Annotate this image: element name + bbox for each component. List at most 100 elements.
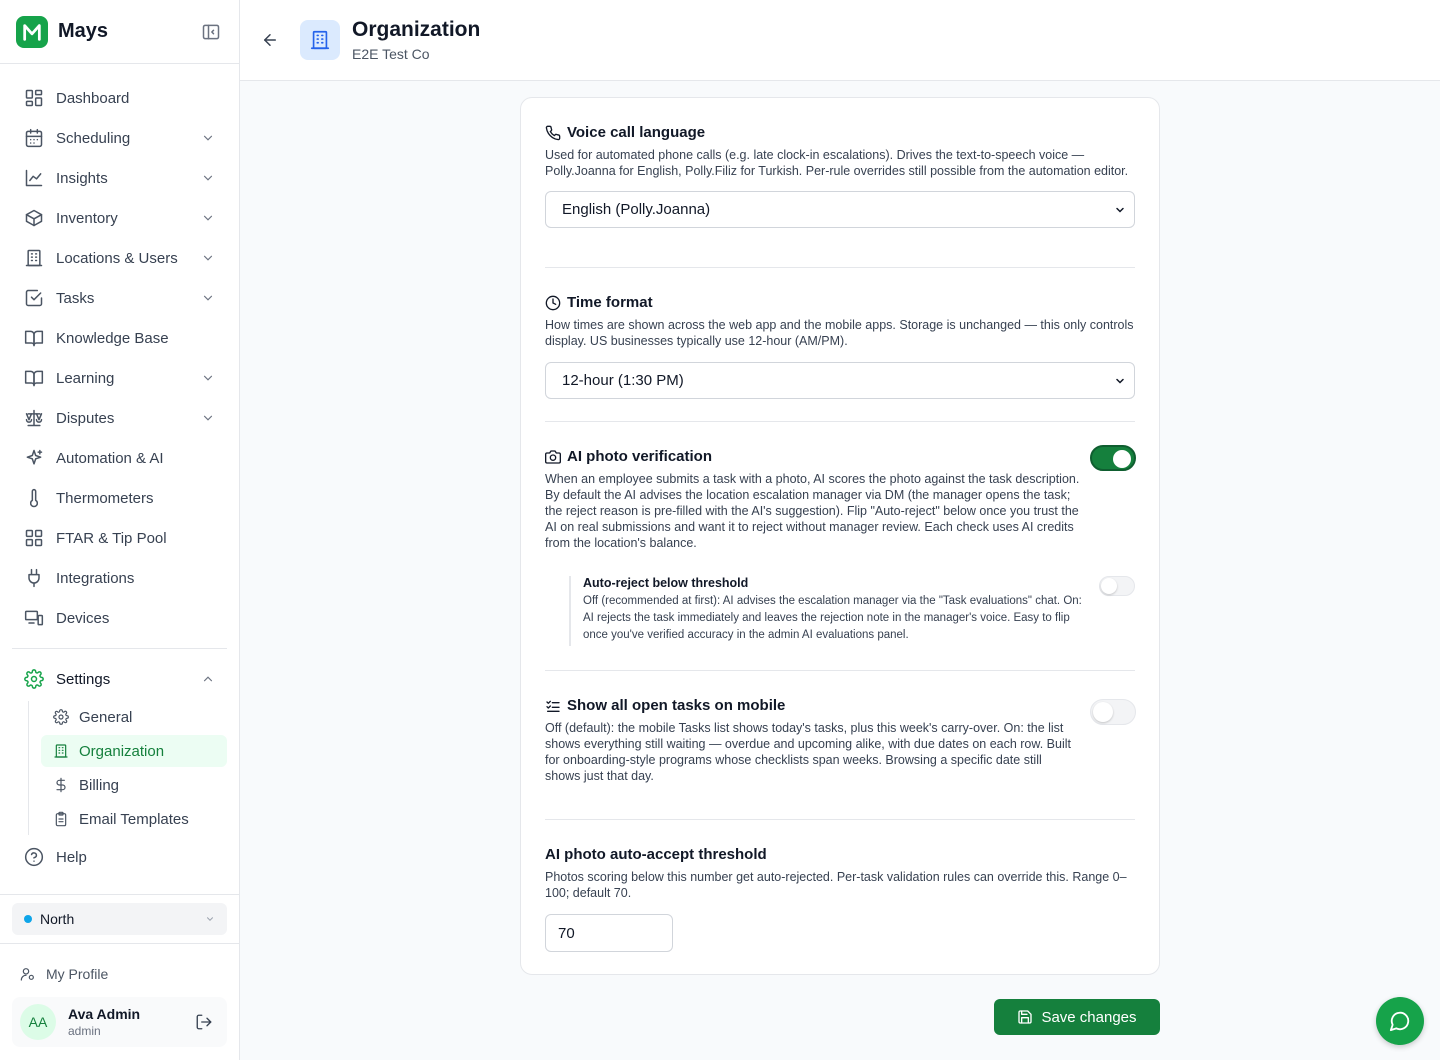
back-arrow-icon[interactable] [256,26,284,54]
chevron-up-icon [201,672,215,686]
location-name: North [40,911,75,927]
subnav-item-label: Organization [79,742,165,760]
list-checks-icon [545,698,561,714]
nav-item-label: Settings [56,670,111,688]
location-status-dot [24,915,32,923]
subnav-item-organization[interactable]: Organization [41,735,227,767]
phone-icon [545,125,561,141]
toggle-knob [1113,450,1131,468]
nav-item-label: Insights [56,169,108,187]
nav-item-label: Integrations [56,569,135,587]
subnav-item-general[interactable]: General [41,701,227,733]
nav-item-inventory[interactable]: Inventory [12,198,227,238]
dollar-icon [53,777,69,793]
avatar[interactable]: AA [20,1004,56,1040]
settings-subnav: General Organization Billing Email Templ… [28,701,227,835]
nav-item-dashboard[interactable]: Dashboard [12,78,227,118]
help-icon [24,847,44,867]
nav-item-ftar-tip-pool[interactable]: FTAR & Tip Pool [12,518,227,558]
page-header: Organization E2E Test Co [240,0,1440,81]
gear-icon [24,669,44,689]
ai-photo-verification-section: AI photo verification When an employee s… [545,422,1136,671]
nav-item-label: Scheduling [56,129,131,147]
nav-item-knowledge-base[interactable]: Knowledge Base [12,318,227,358]
camera-icon [545,449,561,465]
checkbox-icon [24,288,44,308]
sparkles-icon [24,448,44,468]
nav-item-disputes[interactable]: Disputes [12,398,227,438]
voice-language-value: English (Polly.Joanna) [562,201,711,218]
sidebar-collapse-icon[interactable] [199,20,223,44]
subnav-item-label: General [79,708,133,726]
chevron-down-icon [201,131,215,145]
auto-reject-title: Auto-reject below threshold [583,576,749,590]
nav-item-label: Thermometers [56,489,154,507]
nav-item-thermometers[interactable]: Thermometers [12,478,227,518]
chevron-down-icon [201,251,215,265]
show-open-tasks-toggle[interactable] [1090,699,1136,725]
subnav-item-label: Email Templates [79,810,189,828]
chevron-down-icon [205,914,215,924]
gear-icon [53,709,69,725]
page-subtitle: E2E Test Co [352,46,430,62]
nav-item-devices[interactable]: Devices [12,598,227,638]
nav-item-scheduling[interactable]: Scheduling [12,118,227,158]
nav-item-label: Dashboard [56,89,130,107]
nav-item-label: FTAR & Tip Pool [56,529,167,547]
toggle-knob [1093,702,1113,722]
subnav-item-label: Billing [79,776,120,794]
auto-accept-threshold-description: Photos scoring below this number get aut… [545,870,1127,900]
time-format-value: 12-hour (1:30 PM) [562,372,684,389]
time-format-title: Time format [567,294,653,311]
nav-item-label: Learning [56,369,115,387]
nav-item-label: Inventory [56,209,118,227]
user-card: AA Ava Admin admin [12,997,227,1047]
nav-item-label: Disputes [56,409,115,427]
subnav-item-billing[interactable]: Billing [41,769,227,801]
calendar-icon [24,128,44,148]
nav-item-settings[interactable]: Settings [12,659,227,699]
box-icon [24,208,44,228]
voice-language-section: Voice call language Used for automated p… [545,98,1135,268]
ai-photo-verification-description: When an employee submits a task with a p… [545,472,1080,550]
my-profile-link[interactable]: My Profile [12,958,116,990]
grid-icon [24,528,44,548]
user-name: Ava Admin [68,1006,141,1022]
auto-accept-threshold-input[interactable]: 70 [545,914,673,952]
nav-item-automation-ai[interactable]: Automation & AI [12,438,227,478]
save-changes-label: Save changes [1041,1008,1137,1026]
time-format-select[interactable]: 12-hour (1:30 PM) [545,362,1135,399]
logout-icon[interactable] [195,1013,213,1031]
nav-item-learning[interactable]: Learning [12,358,227,398]
subnav-item-email-templates[interactable]: Email Templates [41,803,227,835]
ai-photo-verification-title: AI photo verification [567,448,713,465]
mays-logo-icon[interactable] [16,15,48,48]
nav-item-locations-users[interactable]: Locations & Users [12,238,227,278]
clipboard-icon [53,811,69,827]
location-select[interactable]: North [12,903,227,935]
my-profile-label: My Profile [46,966,109,982]
show-open-tasks-section: Show all open tasks on mobile Off (defau… [545,671,1136,820]
save-changes-button[interactable]: Save changes [994,999,1160,1035]
voice-language-select[interactable]: English (Polly.Joanna) [545,191,1135,228]
nav-item-insights[interactable]: Insights [12,158,227,198]
chevron-down-icon [201,411,215,425]
nav-item-label: Tasks [56,289,95,307]
page-title: Organization [352,18,481,41]
building-icon [53,743,69,759]
dashboard-icon [24,88,44,108]
organization-settings-card: Voice call language Used for automated p… [520,97,1160,975]
nav-item-integrations[interactable]: Integrations [12,558,227,598]
building-icon [300,20,340,60]
time-format-section: Time format How times are shown across t… [545,268,1135,422]
chat-bubble-icon[interactable] [1376,997,1424,1045]
chevron-down-icon [201,171,215,185]
nav-item-tasks[interactable]: Tasks [12,278,227,318]
time-format-description: How times are shown across the web app a… [545,318,1134,348]
auto-accept-threshold-section: AI photo auto-accept threshold Photos sc… [545,820,1135,952]
ai-photo-verification-toggle[interactable] [1090,445,1136,471]
book-open-icon [24,368,44,388]
user-cog-icon [20,966,36,982]
chevron-down-icon [1114,375,1126,387]
nav-item-help[interactable]: Help [12,837,227,877]
